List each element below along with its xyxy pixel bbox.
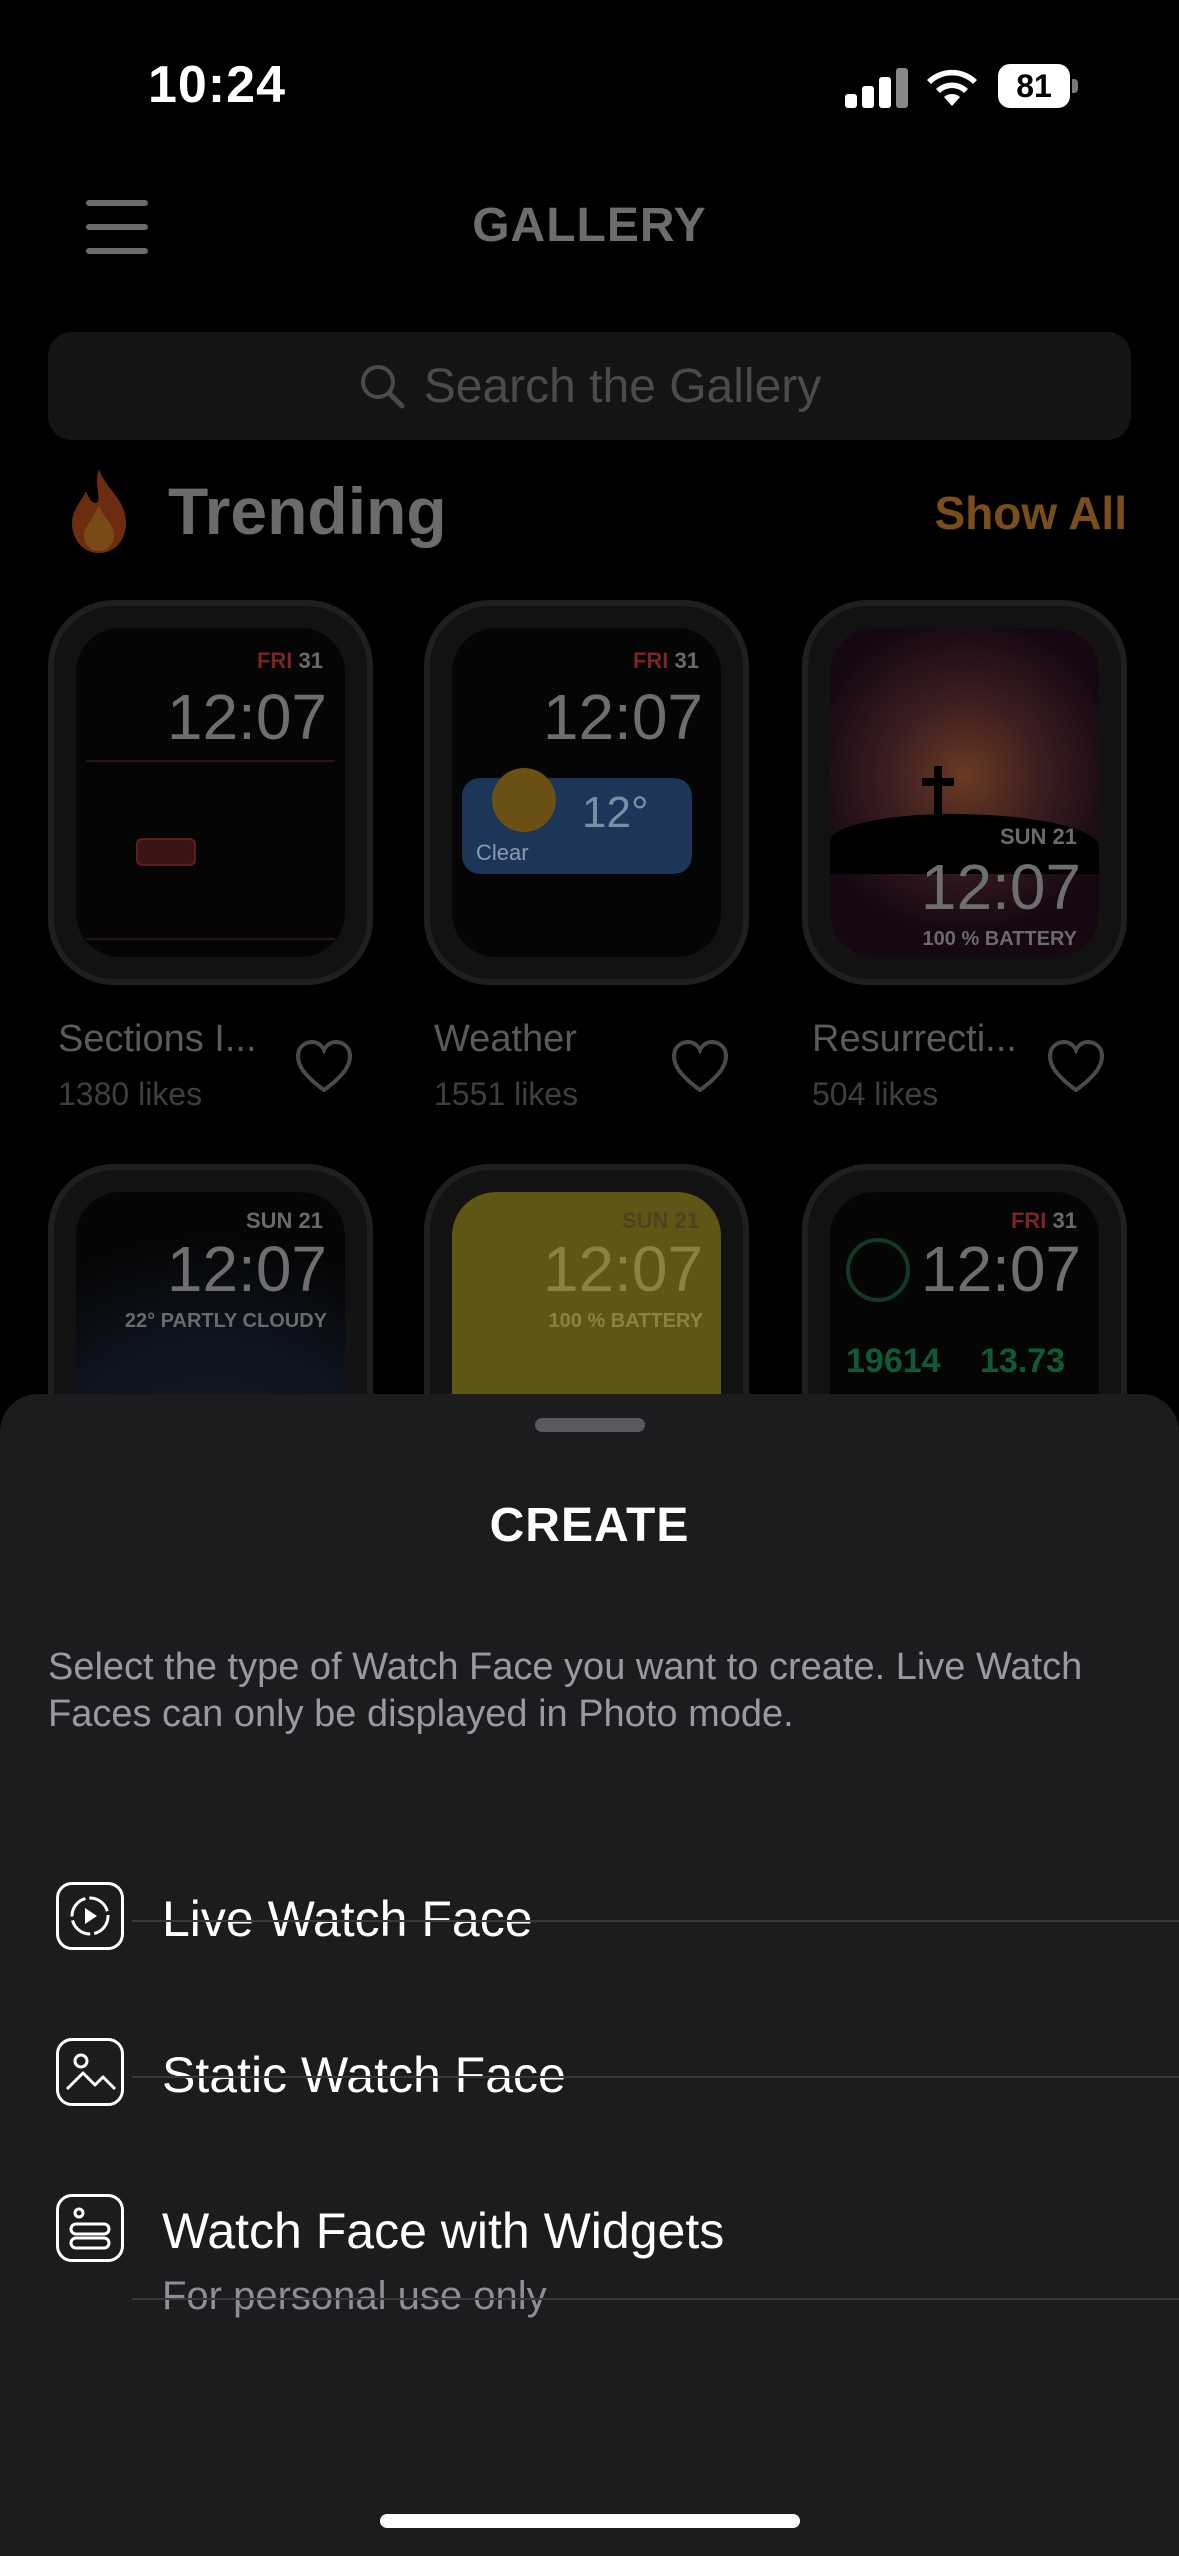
live-play-icon (56, 1882, 124, 1950)
watch-face-card[interactable]: SUN 21 12:07 100 % BATTERY (802, 600, 1127, 985)
battery-level: 81 (998, 64, 1070, 108)
show-all-link[interactable]: Show All (934, 486, 1127, 540)
sheet-title: CREATE (489, 1499, 690, 1552)
card-likes: 504 likes (812, 1076, 939, 1112)
weather-temp: 12° (582, 788, 649, 837)
search-input[interactable]: Search the Gallery (48, 332, 1131, 440)
status-time: 10:24 (148, 56, 286, 114)
home-indicator[interactable] (380, 2514, 800, 2528)
option-watch-face-widgets[interactable]: Watch Face with Widgets For personal use… (0, 2156, 1179, 2376)
watch-face-preview: SUN 21 12:07 100 % BATTERY (830, 628, 1099, 957)
trending-header: Trending (60, 465, 447, 557)
card-title: Sections I... (58, 1018, 257, 1060)
watch-date: SUN 21 (245, 1208, 323, 1233)
option-label: Static Watch Face (162, 2047, 566, 2103)
watch-date: SUN 21 (999, 824, 1077, 849)
trending-label: Trending (168, 474, 447, 548)
watch-face-card[interactable]: FRI 31 12:07 12° Clear (424, 600, 749, 985)
page-title: GALLERY (472, 199, 707, 252)
option-sublabel: For personal use only (162, 2274, 547, 2318)
divider (132, 2076, 1179, 2078)
watch-time: 12:07 (166, 1233, 327, 1305)
wifi-icon (927, 69, 977, 106)
status-bar: 10:24 81 (0, 0, 1179, 170)
heart-icon[interactable] (670, 1038, 730, 1094)
widgets-icon (56, 2194, 124, 2262)
battery-label: 100 % BATTERY (548, 1310, 703, 1332)
option-live-watch-face[interactable]: Live Watch Face (0, 1844, 1179, 2002)
search-icon (360, 365, 405, 409)
watch-time: 12:07 (920, 851, 1081, 923)
watch-time: 12:07 (166, 681, 327, 753)
weather-condition: Clear (476, 840, 529, 865)
watch-face-preview: FRI 31 12:07 12° Clear (452, 628, 721, 957)
watch-date: FRI 31 (1010, 1208, 1077, 1233)
battery-icon: 81 (998, 64, 1078, 108)
divider (132, 1920, 1179, 1922)
watch-date: FRI 31 (632, 648, 699, 673)
create-sheet: CREATE Select the type of Watch Face you… (0, 1394, 1179, 2556)
steps-value: 19614 (846, 1342, 941, 1380)
sheet-grabber[interactable] (535, 1418, 645, 1432)
divider (132, 2298, 1179, 2300)
card-likes: 1551 likes (434, 1076, 579, 1112)
card-title: Weather (434, 1018, 577, 1060)
watch-face-preview: FRI 31 12:07 (76, 628, 345, 957)
heart-icon[interactable] (294, 1038, 354, 1094)
battery-label: 100 % BATTERY (922, 928, 1077, 950)
watch-date: SUN 21 (621, 1208, 699, 1233)
flame-icon (72, 469, 126, 553)
weather-label: 22° PARTLY CLOUDY (124, 1310, 327, 1332)
option-label: Watch Face with Widgets (162, 2203, 725, 2259)
cellular-signal-icon (845, 68, 909, 108)
watch-time: 12:07 (542, 681, 703, 753)
km-value: 13.73 (980, 1342, 1066, 1380)
watch-date: FRI 31 (256, 648, 323, 673)
option-label: Live Watch Face (162, 1891, 533, 1947)
watch-time: 12:07 (542, 1233, 703, 1305)
option-static-watch-face[interactable]: Static Watch Face (0, 2000, 1179, 2158)
search-placeholder: Search the Gallery (423, 359, 822, 413)
heart-icon[interactable] (1046, 1038, 1106, 1094)
photo-icon (56, 2038, 124, 2106)
watch-time: 12:07 (920, 1233, 1081, 1305)
watch-face-card[interactable]: FRI 31 12:07 (48, 600, 373, 985)
card-likes: 1380 likes (58, 1076, 203, 1112)
sheet-description: Select the type of Watch Face you want t… (48, 1646, 1083, 1735)
card-title: Resurrecti... (812, 1018, 1017, 1060)
